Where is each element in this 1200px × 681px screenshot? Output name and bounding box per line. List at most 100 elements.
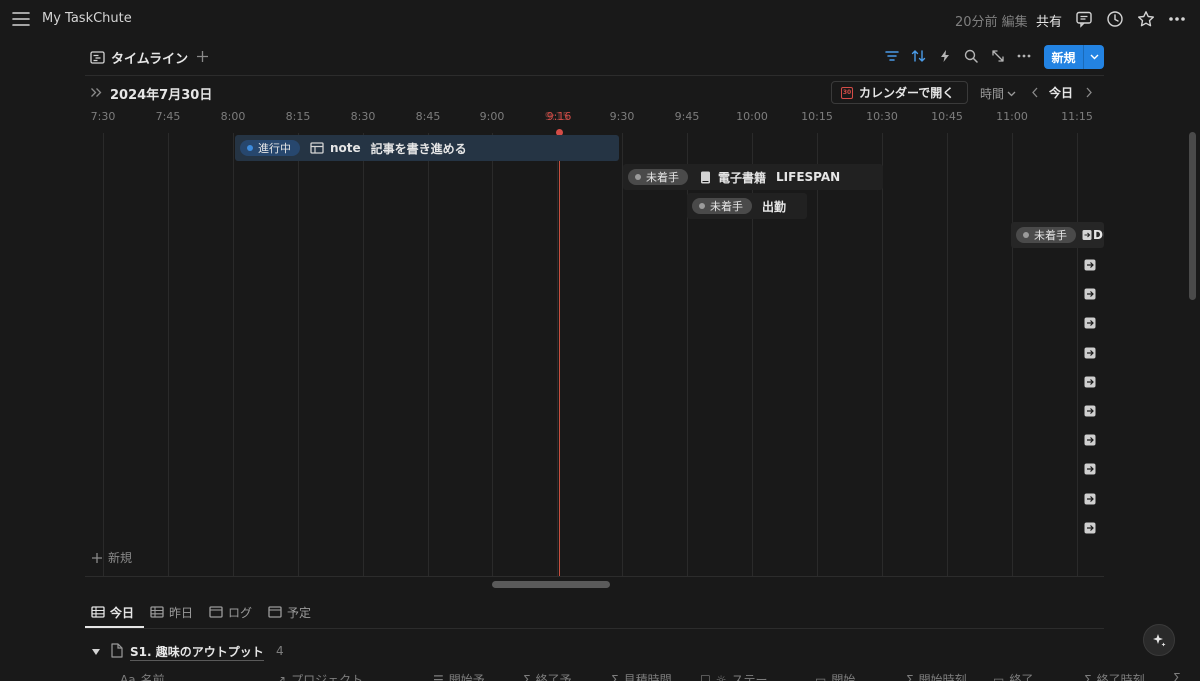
add-row-label: 新規: [108, 551, 133, 565]
formula-sigma-icon: Σ: [1084, 672, 1092, 681]
time-grid-line: [298, 133, 299, 576]
formula-sigma-icon: Σ: [611, 672, 619, 681]
favorite-star-icon[interactable]: [1136, 9, 1156, 29]
view-more-icon[interactable]: [1016, 48, 1032, 64]
new-button[interactable]: 新規: [1044, 45, 1104, 69]
status-label: 進行中: [258, 142, 291, 155]
collapse-triangle-icon[interactable]: [90, 646, 101, 657]
new-button-label[interactable]: 新規: [1044, 45, 1084, 69]
column-project[interactable]: ↗ プロジェクト: [276, 671, 363, 681]
time-grid-line: [492, 133, 493, 576]
chevron-left-icon[interactable]: [1029, 86, 1041, 98]
timeline-task-bar[interactable]: 未着手 電子書籍 LIFESPAN: [623, 164, 883, 190]
time-tick-label: 8:15: [285, 110, 311, 123]
timeline-view-tab[interactable]: タイムライン: [90, 47, 188, 67]
open-row-arrow-icon[interactable]: [1084, 463, 1096, 475]
header-divider: [85, 75, 1104, 76]
column-estimate[interactable]: Σ 見積時間: [611, 671, 672, 681]
calendar-view-icon: [209, 606, 223, 618]
column-end[interactable]: ▭ 終了: [993, 671, 1033, 681]
timeline-task-bar[interactable]: 進行中 note 記事を書き進める: [235, 135, 619, 161]
page-title[interactable]: My TaskChute: [42, 11, 132, 26]
time-grid-line: [817, 133, 818, 576]
automation-lightning-icon[interactable]: [937, 48, 953, 64]
open-in-calendar-label: カレンダーで開く: [859, 86, 955, 100]
tab-yesterday[interactable]: 昨日: [150, 602, 193, 622]
column-name[interactable]: Aa 名前: [120, 671, 165, 681]
time-tick-label: 10:30: [866, 110, 898, 123]
column-start-planned[interactable]: ☰ 開始予: [433, 671, 485, 681]
time-tick-label: 10:45: [931, 110, 963, 123]
add-view-icon[interactable]: [194, 47, 210, 65]
ai-assistant-button[interactable]: [1143, 624, 1175, 656]
button-property-icon: ▭: [815, 672, 827, 681]
timeline-bottom-divider: [85, 576, 1104, 577]
time-grid-line: [428, 133, 429, 576]
tab-schedule[interactable]: 予定: [268, 602, 311, 622]
search-icon[interactable]: [963, 48, 979, 64]
chevron-down-icon[interactable]: [1084, 45, 1104, 69]
timeline-task-bar[interactable]: 未着手 出勤: [687, 193, 807, 219]
timeline-view-label: タイムライン: [111, 51, 189, 67]
column-end-time[interactable]: Σ 終了時刻: [1084, 671, 1145, 681]
filter-icon[interactable]: [884, 48, 900, 64]
time-unit-label: 時間: [980, 87, 1005, 101]
tabs-divider: [85, 628, 1104, 629]
add-row-button[interactable]: 新規: [91, 549, 132, 566]
status-dot: [1023, 232, 1029, 238]
column-end-planned[interactable]: Σ 終了予: [523, 671, 572, 681]
time-grid-line: [882, 133, 883, 576]
last-edited-label: 20分前 編集: [955, 15, 1028, 30]
time-tick-label: 10:00: [736, 110, 768, 123]
tab-label: 昨日: [169, 605, 194, 620]
text-property-icon: Aa: [120, 672, 136, 681]
open-row-arrow-icon[interactable]: [1084, 288, 1096, 300]
comment-icon[interactable]: [1074, 9, 1094, 29]
tab-today[interactable]: 今日: [91, 602, 134, 622]
timeline-icon: [90, 50, 105, 64]
tab-label: 今日: [110, 605, 135, 620]
relation-arrow-icon: ↗: [276, 672, 287, 681]
history-icon[interactable]: [1105, 9, 1125, 29]
timeline-task-bar[interactable]: 未着手 Du: [1011, 222, 1104, 248]
task-name: 出勤: [762, 199, 787, 214]
status-label: 未着手: [710, 200, 743, 213]
double-chevron-right-icon[interactable]: [89, 85, 103, 99]
open-row-arrow-icon[interactable]: [1084, 434, 1096, 446]
group-title[interactable]: S1. 趣味のアウトプット: [130, 643, 264, 661]
open-row-arrow-icon[interactable]: [1084, 317, 1096, 329]
open-row-arrow-icon[interactable]: [1084, 405, 1096, 417]
table-icon: [91, 606, 105, 618]
open-row-arrow-icon[interactable]: [1084, 522, 1096, 534]
time-grid-line: [1077, 133, 1078, 576]
chevron-right-icon[interactable]: [1083, 86, 1095, 98]
open-row-arrow-icon[interactable]: [1084, 347, 1096, 359]
tab-log[interactable]: ログ: [209, 602, 252, 622]
time-unit-select[interactable]: 時間: [980, 85, 1016, 102]
menu-icon[interactable]: [10, 8, 32, 30]
column-start-time[interactable]: Σ 開始時刻: [906, 671, 967, 681]
column-start[interactable]: ▭ 開始: [815, 671, 855, 681]
sort-icon[interactable]: [910, 48, 926, 64]
more-options-icon[interactable]: [1167, 9, 1187, 29]
open-row-arrow-icon[interactable]: [1084, 376, 1096, 388]
vertical-scrollbar[interactable]: [1189, 132, 1196, 300]
horizontal-scrollbar[interactable]: [492, 581, 610, 588]
open-row-arrow-icon[interactable]: [1084, 493, 1096, 505]
time-tick-label: 9:45: [674, 110, 700, 123]
formula-sigma-icon: Σ: [906, 672, 914, 681]
share-button[interactable]: 共有: [1036, 11, 1062, 30]
column-status[interactable]: ☐ ☼ ステー: [700, 671, 768, 681]
time-tick-label: 9:00: [479, 110, 505, 123]
time-grid-line: [168, 133, 169, 576]
time-grid-line: [557, 133, 558, 576]
column-more[interactable]: Σ: [1173, 671, 1181, 681]
tab-label: 予定: [287, 605, 312, 620]
expand-icon[interactable]: [990, 48, 1006, 64]
open-in-calendar-button[interactable]: 30 カレンダーで開く: [831, 81, 968, 104]
calendar-icon: 30: [841, 86, 853, 99]
status-badge: 未着手: [628, 169, 688, 185]
status-dot: [699, 203, 705, 209]
today-button[interactable]: 今日: [1049, 84, 1073, 101]
open-row-arrow-icon[interactable]: [1084, 259, 1096, 271]
